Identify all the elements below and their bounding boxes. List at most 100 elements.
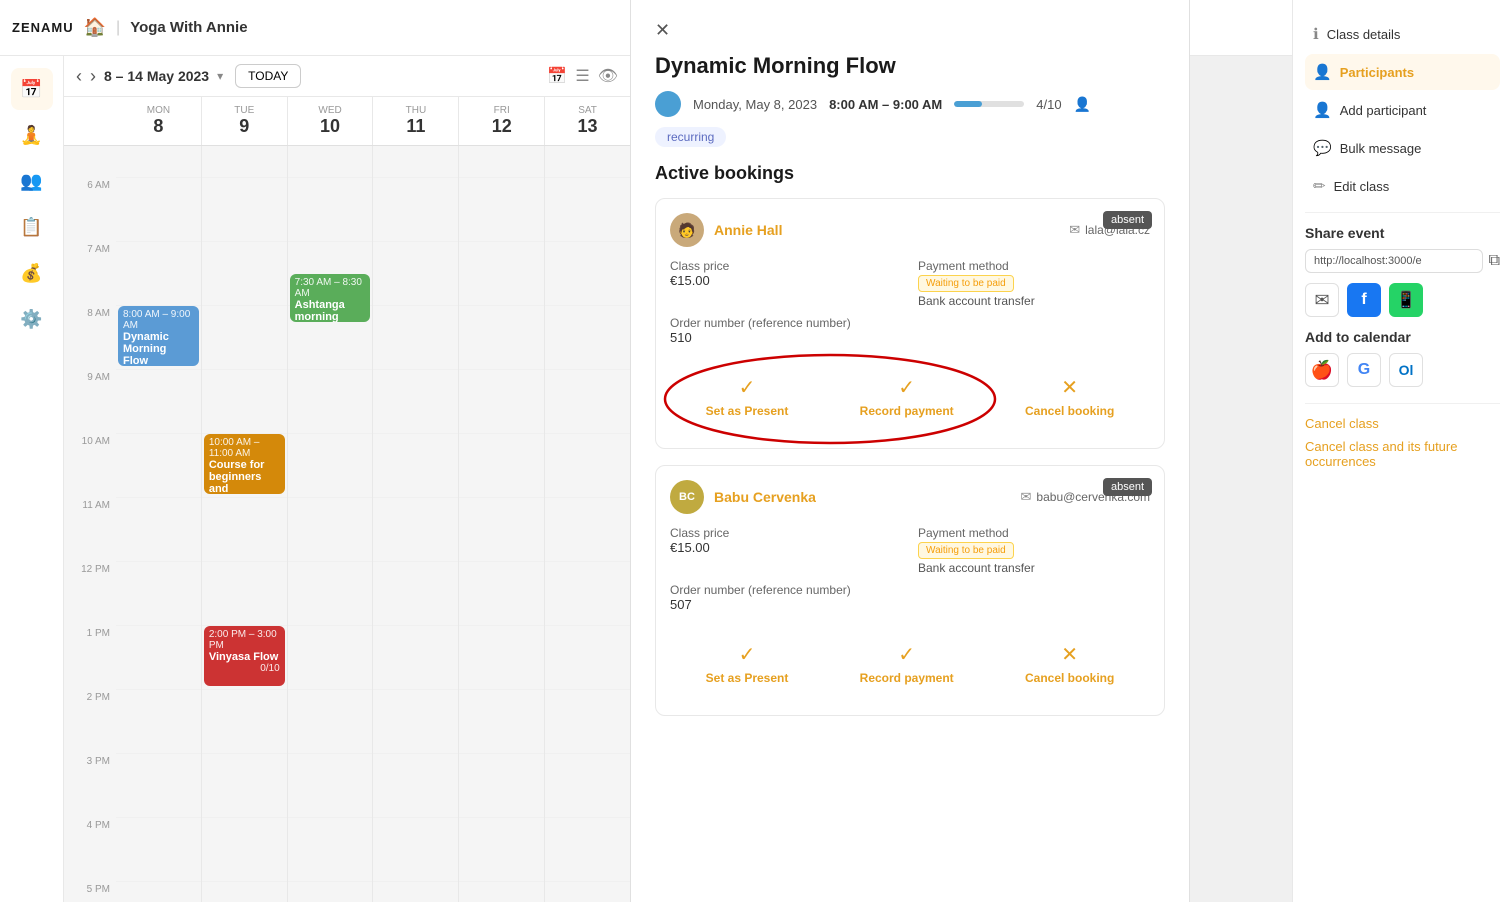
payment-method-label-babu: Payment method bbox=[918, 526, 1150, 540]
participant-icon: 👤 bbox=[1074, 96, 1091, 113]
today-button[interactable]: TODAY bbox=[235, 64, 301, 88]
email-icon-annie: ✉ bbox=[1069, 222, 1080, 238]
days-header: MON 8 TUE 9 WED 10 THU 11 FRI 12 SAT 13 bbox=[64, 97, 630, 146]
modal-date: Monday, May 8, 2023 bbox=[693, 97, 817, 112]
event-dynamic-morning[interactable]: 8:00 AM – 9:00 AM Dynamic Morning Flow 4… bbox=[118, 306, 199, 366]
set-present-button-babu[interactable]: ✓ Set as Present bbox=[694, 634, 801, 693]
cancel-booking-button-annie[interactable]: ✕ Cancel booking bbox=[1013, 367, 1126, 426]
event-ashtanga[interactable]: 7:30 AM – 8:30 AM Ashtanga morning bbox=[290, 274, 371, 322]
cancel-label-babu: Cancel booking bbox=[1025, 671, 1114, 685]
sidebar-item-money[interactable]: 💰 bbox=[11, 252, 53, 294]
share-whatsapp-icon[interactable]: 📱 bbox=[1389, 283, 1423, 317]
time-12pm: 12 PM bbox=[64, 562, 116, 626]
google-calendar-icon[interactable]: G bbox=[1347, 353, 1381, 387]
participant-row-babu: BC Babu Cervenka ✉ babu@cervenka.com bbox=[670, 480, 1150, 514]
class-price-annie: €15.00 bbox=[670, 273, 902, 288]
right-nav-bulk-message[interactable]: 💬 Bulk message bbox=[1305, 130, 1500, 166]
event-vinyasa[interactable]: 2:00 PM – 3:00 PM Vinyasa Flow 0/10 bbox=[204, 626, 285, 686]
copy-icon[interactable]: ⧉ bbox=[1489, 252, 1500, 270]
day-col-tue: 10:00 AM – 11:00 AM Course for beginners… bbox=[202, 146, 288, 902]
time-6am: 6 AM bbox=[64, 178, 116, 242]
share-section: Share event http://localhost:3000/e ⧉ ✉ … bbox=[1305, 225, 1500, 317]
participant-name-annie[interactable]: Annie Hall bbox=[714, 222, 782, 238]
share-email-icon[interactable]: ✉ bbox=[1305, 283, 1339, 317]
set-present-button-annie[interactable]: ✓ Set as Present bbox=[694, 367, 801, 426]
app-logo: ZENAMU bbox=[12, 20, 74, 35]
date-range-chevron: ▾ bbox=[217, 69, 223, 83]
sidebar-item-groups[interactable]: 👥 bbox=[11, 160, 53, 202]
sidebar-item-calendar[interactable]: 📅 bbox=[11, 68, 53, 110]
close-modal-button[interactable]: ✕ bbox=[655, 20, 670, 41]
add-participant-label: Add participant bbox=[1340, 103, 1427, 118]
class-price-babu: €15.00 bbox=[670, 540, 902, 555]
home-icon[interactable]: 🏠 bbox=[84, 17, 106, 38]
right-nav-class-details[interactable]: ℹ Class details bbox=[1305, 16, 1500, 52]
booking-details-babu: Class price €15.00 Payment method Waitin… bbox=[670, 526, 1150, 612]
cancel-class-link[interactable]: Cancel class bbox=[1305, 416, 1500, 431]
share-facebook-icon[interactable]: f bbox=[1347, 283, 1381, 317]
cancel-icon-annie: ✕ bbox=[1061, 375, 1078, 400]
edit-class-label: Edit class bbox=[1334, 179, 1390, 194]
present-label-babu: Set as Present bbox=[706, 671, 789, 685]
time-2pm: 2 PM bbox=[64, 690, 116, 754]
cancel-booking-button-babu[interactable]: ✕ Cancel booking bbox=[1013, 634, 1126, 693]
cancel-icon-babu: ✕ bbox=[1061, 642, 1078, 667]
day-col-wed: 7:30 AM – 8:30 AM Ashtanga morning bbox=[288, 146, 374, 902]
right-nav-participants[interactable]: 👤 Participants bbox=[1305, 54, 1500, 90]
right-divider-2 bbox=[1305, 403, 1500, 404]
day-col-mon: 8:00 AM – 9:00 AM Dynamic Morning Flow 4… bbox=[116, 146, 202, 902]
payment-icon-annie: ✓ bbox=[898, 375, 915, 400]
actions-row-babu: ✓ Set as Present ✓ Record payment ✕ Canc… bbox=[670, 626, 1150, 701]
record-payment-button-babu[interactable]: ✓ Record payment bbox=[848, 634, 966, 693]
avatar-babu: BC bbox=[670, 480, 704, 514]
right-nav-edit-class[interactable]: ✏ Edit class bbox=[1305, 168, 1500, 204]
outlook-calendar-icon[interactable]: Ol bbox=[1389, 353, 1423, 387]
participants-icon: 👤 bbox=[1313, 63, 1332, 81]
present-icon-annie: ✓ bbox=[739, 375, 756, 400]
day-col-thu bbox=[373, 146, 459, 902]
share-url-field[interactable]: http://localhost:3000/e bbox=[1305, 249, 1483, 273]
email-icon-babu: ✉ bbox=[1021, 489, 1032, 505]
right-nav-add-participant[interactable]: 👤 Add participant bbox=[1305, 92, 1500, 128]
capacity-bar bbox=[954, 101, 1024, 107]
waiting-badge-babu: Waiting to be paid bbox=[918, 542, 1014, 559]
apple-calendar-icon[interactable]: 🍎 bbox=[1305, 353, 1339, 387]
waiting-badge-annie: Waiting to be paid bbox=[918, 275, 1014, 292]
recurring-badge: recurring bbox=[655, 127, 726, 147]
modal-date-row: Monday, May 8, 2023 8:00 AM – 9:00 AM 4/… bbox=[655, 91, 1165, 117]
order-number-label-annie: Order number (reference number) bbox=[670, 316, 902, 330]
view-eye-icon[interactable]: 👁 bbox=[598, 66, 618, 86]
day-header-thu: THU 11 bbox=[373, 97, 459, 145]
page-title: Yoga With Annie bbox=[130, 19, 247, 36]
time-4pm: 4 PM bbox=[64, 818, 116, 882]
prev-week-button[interactable]: ‹ bbox=[76, 66, 82, 87]
payment-label-annie: Record payment bbox=[860, 404, 954, 418]
modal-title: Dynamic Morning Flow bbox=[655, 53, 1165, 79]
calendar-header: ‹ › 8 – 14 May 2023 ▾ TODAY 📅 ☰ 👁 bbox=[64, 56, 630, 97]
participant-name-babu[interactable]: Babu Cervenka bbox=[714, 489, 816, 505]
participant-row-annie: 🧑 Annie Hall ✉ lala@lala.cz bbox=[670, 213, 1150, 247]
actions-row-annie: ✓ Set as Present ✓ Record payment ✕ Canc… bbox=[670, 359, 1150, 434]
date-range[interactable]: 8 – 14 May 2023 bbox=[104, 68, 209, 84]
present-label-annie: Set as Present bbox=[706, 404, 789, 418]
order-number-babu: 507 bbox=[670, 597, 902, 612]
day-header-wed: WED 10 bbox=[288, 97, 374, 145]
sidebar-item-people[interactable]: 🧘 bbox=[11, 114, 53, 156]
view-list-icon[interactable]: ☰ bbox=[575, 66, 589, 86]
edit-icon: ✏ bbox=[1313, 177, 1326, 195]
cancel-class-future-link[interactable]: Cancel class and its future occurrences bbox=[1305, 439, 1500, 469]
booking-card-babu: absent BC Babu Cervenka ✉ babu@cervenka.… bbox=[655, 465, 1165, 716]
share-icons-row: ✉ f 📱 bbox=[1305, 283, 1500, 317]
next-week-button[interactable]: › bbox=[90, 66, 96, 87]
sidebar-item-settings[interactable]: ⚙️ bbox=[11, 298, 53, 340]
payment-method-label-annie: Payment method bbox=[918, 259, 1150, 273]
time-3pm: 3 PM bbox=[64, 754, 116, 818]
record-payment-button-annie[interactable]: ✓ Record payment bbox=[848, 367, 966, 426]
payment-label-babu: Record payment bbox=[860, 671, 954, 685]
order-number-label-babu: Order number (reference number) bbox=[670, 583, 902, 597]
view-calendar-icon[interactable]: 📅 bbox=[547, 66, 567, 86]
sidebar-item-notes[interactable]: 📋 bbox=[11, 206, 53, 248]
day-col-fri bbox=[459, 146, 545, 902]
time-5pm: 5 PM bbox=[64, 882, 116, 902]
event-course-beginners[interactable]: 10:00 AM – 11:00 AM Course for beginners… bbox=[204, 434, 285, 494]
